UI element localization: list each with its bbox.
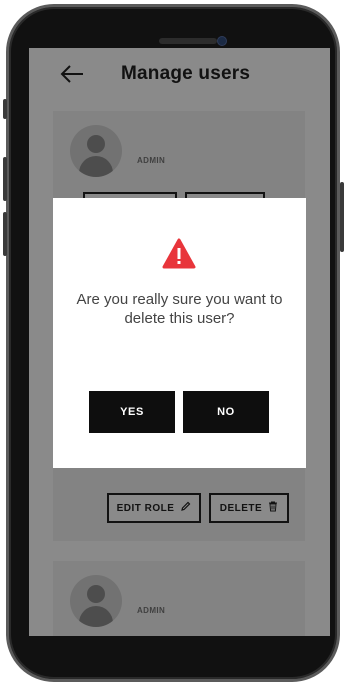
no-button[interactable]: NO: [183, 391, 269, 433]
volume-up-button: [3, 157, 7, 201]
warning-triangle-icon: [162, 238, 196, 270]
power-button: [340, 182, 344, 252]
delete-confirmation-dialog: Are you really sure you want to delete t…: [53, 198, 306, 468]
volume-down-button: [3, 212, 7, 256]
dialog-message: Are you really sure you want to delete t…: [76, 291, 283, 327]
app-screen: Manage users ADMIN EDIT ROLE DELETE ADMI…: [29, 48, 330, 636]
speaker-grille: [159, 38, 217, 44]
front-camera: [217, 36, 227, 46]
mute-switch: [3, 99, 7, 119]
yes-button[interactable]: YES: [89, 391, 175, 433]
